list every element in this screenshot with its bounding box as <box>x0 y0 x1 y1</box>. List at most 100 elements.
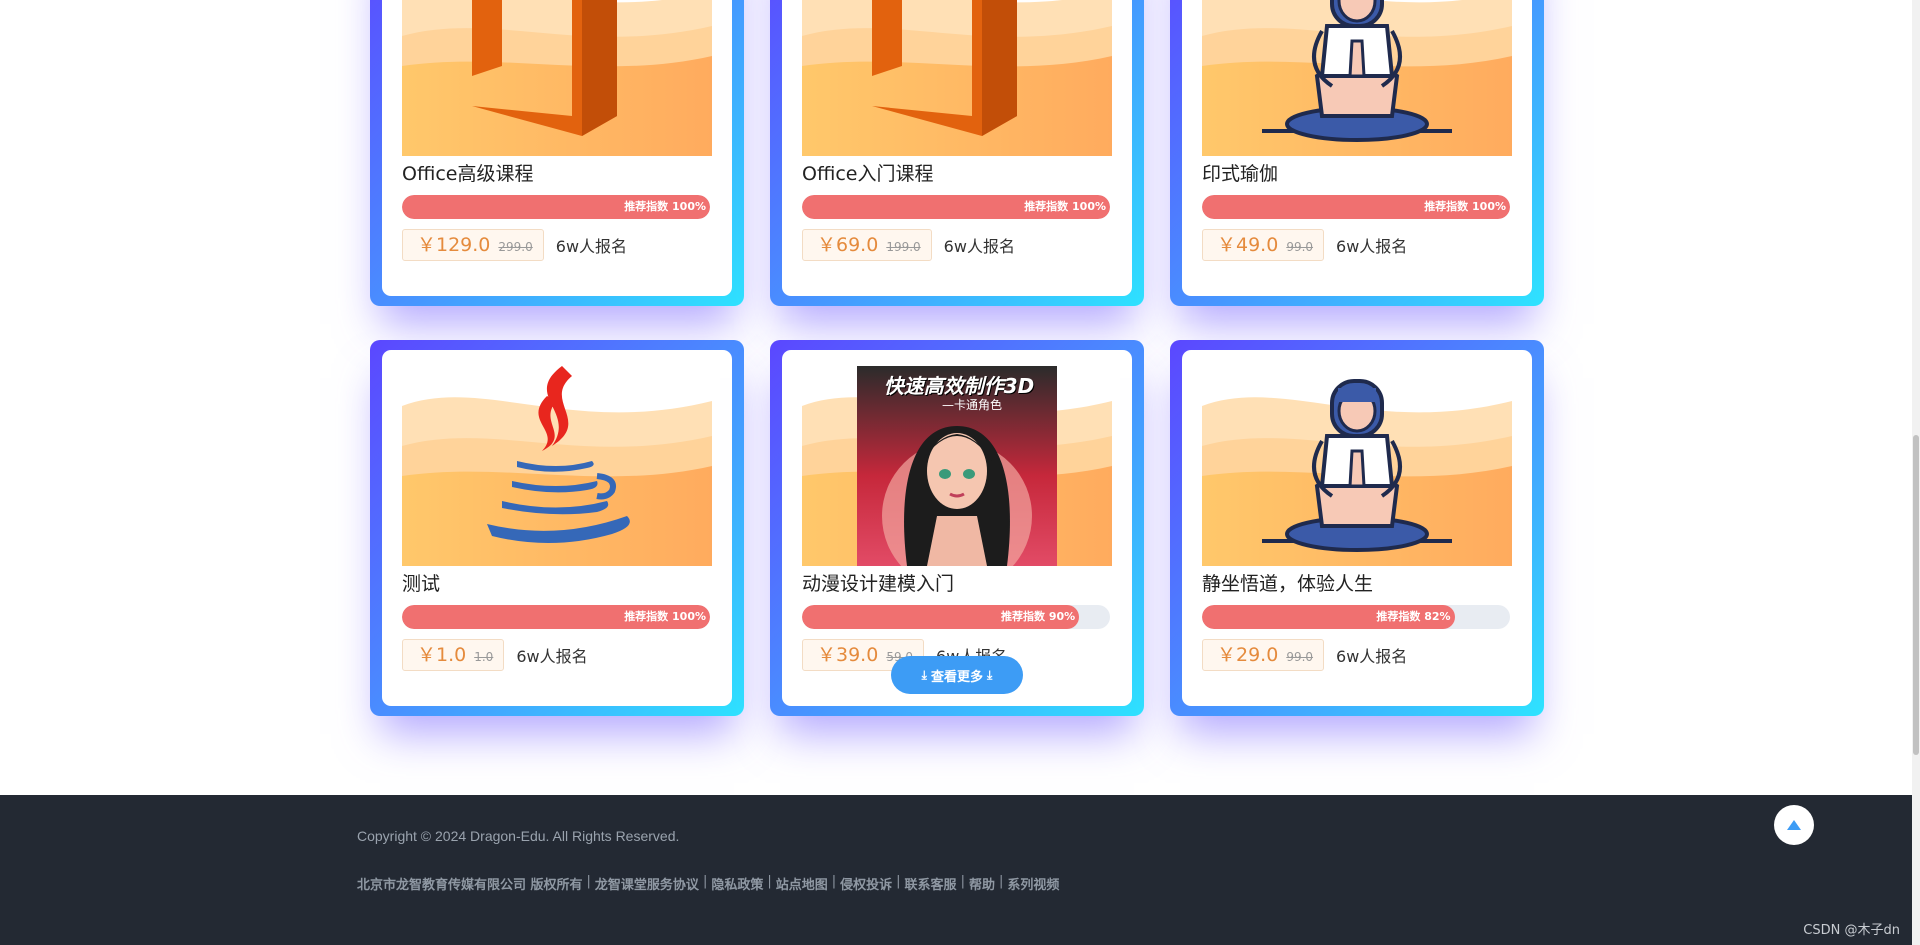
recommend-label: 推荐指数 100% <box>624 200 706 213</box>
recommend-progress: 推荐指数 90% <box>802 605 1110 629</box>
site-footer: Copyright © 2024 Dragon-Edu. All Rights … <box>0 795 1920 945</box>
link-separator: | <box>767 874 772 889</box>
footer-link[interactable]: 联系客服 <box>905 874 957 893</box>
recommend-progress: 推荐指数 100% <box>802 195 1110 219</box>
recommend-label: 推荐指数 90% <box>1001 610 1076 623</box>
footer-link[interactable]: 系列视频 <box>1007 874 1059 893</box>
scrollbar-thumb[interactable] <box>1913 435 1919 755</box>
course-title[interactable]: Office高级课程 <box>402 162 712 186</box>
recommend-progress-fill: 推荐指数 100% <box>1202 195 1510 219</box>
recommend-label: 推荐指数 82% <box>1376 610 1451 623</box>
download-arrow-icon: ⤓ <box>987 667 993 682</box>
recommend-label: 推荐指数 100% <box>1424 200 1506 213</box>
current-price: ￥29.0 <box>1217 644 1279 666</box>
original-price: 99.0 <box>1286 650 1314 664</box>
recommend-label: 推荐指数 100% <box>624 610 706 623</box>
footer-link[interactable]: 龙智课堂服务协议 <box>595 874 699 893</box>
course-page: Office高级课程 推荐指数 100% ￥129.0 299.0 6w人报名 <box>0 0 1920 945</box>
original-price: 299.0 <box>498 240 533 254</box>
recommend-progress-fill: 推荐指数 100% <box>402 195 710 219</box>
course-thumbnail[interactable] <box>1202 0 1512 156</box>
course-card-body[interactable]: 测试 推荐指数 100% ￥1.0 1.0 6w人报名 <box>382 350 732 706</box>
link-separator: | <box>960 874 965 889</box>
course-grid: Office高级课程 推荐指数 100% ￥129.0 299.0 6w人报名 <box>370 0 1544 716</box>
course-thumbnail[interactable]: 快速高效制作3D —卡通角色 <box>802 366 1112 566</box>
footer-link[interactable]: 侵权投诉 <box>840 874 892 893</box>
current-price: ￥129.0 <box>417 234 491 256</box>
price-row: ￥29.0 99.0 6w人报名 <box>1202 639 1512 671</box>
current-price: ￥39.0 <box>817 644 879 666</box>
footer-link[interactable]: 帮助 <box>969 874 995 893</box>
price-row: ￥49.0 99.0 6w人报名 <box>1202 229 1512 261</box>
course-card[interactable]: 静坐悟道，体验人生 推荐指数 82% ￥29.0 99.0 6w人报名 <box>1170 340 1544 716</box>
footer-link[interactable]: 站点地图 <box>776 874 828 893</box>
link-separator: | <box>831 874 837 889</box>
recommend-progress-fill: 推荐指数 82% <box>1202 605 1455 629</box>
back-to-top-button[interactable] <box>1774 805 1814 845</box>
original-price: 199.0 <box>886 240 921 254</box>
original-price: 99.0 <box>1286 240 1314 254</box>
enrolled-count: 6w人报名 <box>1336 647 1408 666</box>
current-price: ￥69.0 <box>817 234 879 256</box>
yoga-icon <box>1262 379 1452 552</box>
course-card-body[interactable]: 快速高效制作3D —卡通角色 动漫设计建模入门 推荐指数 90% ￥39.0 5… <box>782 350 1132 706</box>
price-box: ￥1.0 1.0 <box>402 639 505 671</box>
recommend-progress-fill: 推荐指数 100% <box>802 195 1110 219</box>
course-card-body[interactable]: Office入门课程 推荐指数 100% ￥69.0 199.0 6w人报名 <box>782 0 1132 296</box>
java-logo-icon <box>487 366 630 544</box>
original-price: 1.0 <box>474 650 494 664</box>
enrolled-count: 6w人报名 <box>943 237 1015 256</box>
course-card-body[interactable]: 静坐悟道，体验人生 推荐指数 82% ￥29.0 99.0 6w人报名 <box>1182 350 1532 706</box>
view-more-label: 查看更多 <box>930 669 983 685</box>
link-separator: | <box>702 874 708 889</box>
course-card[interactable]: Office入门课程 推荐指数 100% ￥69.0 199.0 6w人报名 <box>770 0 1144 306</box>
poster-title: 快速高效制作3D <box>883 374 1035 398</box>
recommend-progress-fill: 推荐指数 90% <box>802 605 1080 629</box>
course-card-body[interactable]: 印式瑜伽 推荐指数 100% ￥49.0 99.0 6w人报名 <box>1182 0 1532 296</box>
recommend-progress: 推荐指数 100% <box>402 195 710 219</box>
course-title[interactable]: 印式瑜伽 <box>1202 162 1512 186</box>
poster-subtitle: —卡通角色 <box>942 398 1003 412</box>
course-title[interactable]: 静坐悟道，体验人生 <box>1202 572 1512 596</box>
footer-link[interactable]: 北京市龙智教育传媒有限公司 版权所有 <box>357 874 583 893</box>
link-separator: | <box>998 874 1004 889</box>
course-title[interactable]: 动漫设计建模入门 <box>802 572 1112 596</box>
price-row: ￥69.0 199.0 6w人报名 <box>802 229 1112 261</box>
copyright-text: Copyright © 2024 Dragon-Edu. All Rights … <box>357 828 680 844</box>
course-thumbnail[interactable] <box>802 0 1112 156</box>
current-price: ￥49.0 <box>1217 234 1279 256</box>
enrolled-count: 6w人报名 <box>1336 237 1408 256</box>
yoga-icon <box>1262 0 1452 142</box>
view-more-button[interactable]: ⤓ 查看更多 ⤓ <box>891 656 1023 694</box>
current-price: ￥1.0 <box>417 644 467 666</box>
enrolled-count: 6w人报名 <box>516 647 588 666</box>
link-separator: | <box>896 874 901 889</box>
course-thumbnail[interactable] <box>1202 366 1512 566</box>
course-thumbnail[interactable] <box>402 0 712 156</box>
price-row: ￥1.0 1.0 6w人报名 <box>402 639 712 671</box>
price-box: ￥129.0 299.0 <box>402 229 544 261</box>
recommend-progress-fill: 推荐指数 100% <box>402 605 710 629</box>
course-card[interactable]: Office高级课程 推荐指数 100% ￥129.0 299.0 6w人报名 <box>370 0 744 306</box>
recommend-label: 推荐指数 100% <box>1024 200 1106 213</box>
price-row: ￥129.0 299.0 6w人报名 <box>402 229 712 261</box>
course-title[interactable]: Office入门课程 <box>802 162 1112 186</box>
recommend-progress: 推荐指数 82% <box>1202 605 1510 629</box>
price-box: ￥29.0 99.0 <box>1202 639 1325 671</box>
office-logo-icon <box>872 0 1017 136</box>
recommend-progress: 推荐指数 100% <box>402 605 710 629</box>
footer-links: 北京市龙智教育传媒有限公司 版权所有 | 龙智课堂服务协议 | 隐私政策 | 站点地图 | 侵权… <box>357 874 1059 893</box>
course-card[interactable]: 测试 推荐指数 100% ￥1.0 1.0 6w人报名 <box>370 340 744 716</box>
page-scrollbar[interactable] <box>1912 0 1920 945</box>
course-thumbnail[interactable] <box>402 366 712 566</box>
course-card-body[interactable]: Office高级课程 推荐指数 100% ￥129.0 299.0 6w人报名 <box>382 0 732 296</box>
watermark-text: CSDN @木子dn <box>1803 923 1900 938</box>
download-arrow-icon: ⤓ <box>921 667 927 682</box>
course-card[interactable]: 印式瑜伽 推荐指数 100% ￥49.0 99.0 6w人报名 <box>1170 0 1544 306</box>
enrolled-count: 6w人报名 <box>555 237 628 256</box>
recommend-progress: 推荐指数 100% <box>1202 195 1510 219</box>
link-separator: | <box>586 874 591 889</box>
course-title[interactable]: 测试 <box>402 572 712 596</box>
office-logo-icon <box>472 0 617 136</box>
footer-link[interactable]: 隐私政策 <box>711 874 763 893</box>
